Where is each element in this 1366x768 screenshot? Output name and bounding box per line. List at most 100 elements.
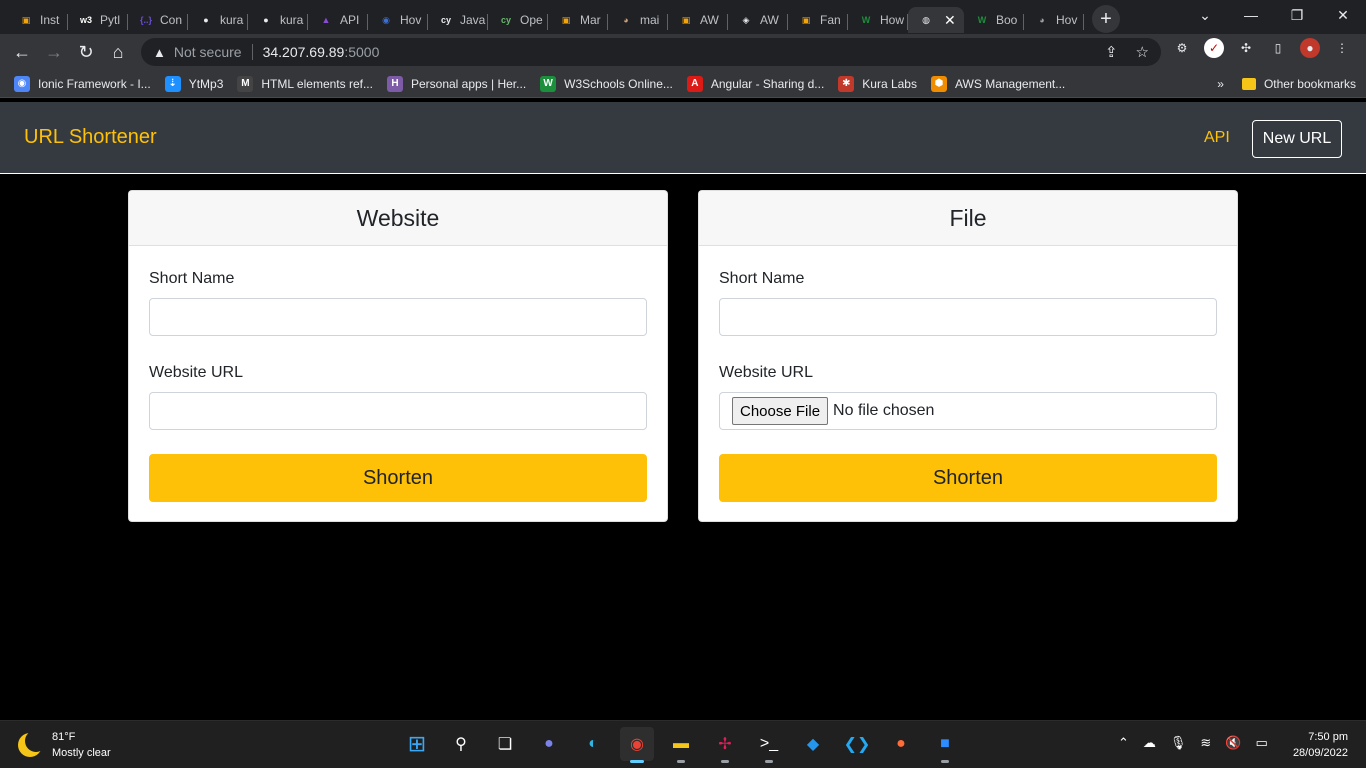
- minimize-button[interactable]: —: [1228, 0, 1274, 30]
- new-url-button[interactable]: New URL: [1252, 120, 1342, 158]
- short-name-input[interactable]: [149, 298, 647, 336]
- side-panel-icon[interactable]: ▯: [1268, 38, 1288, 58]
- volume-muted-icon[interactable]: 🔇: [1225, 735, 1241, 751]
- weather-widget[interactable]: 81°F Mostly clear: [18, 729, 111, 761]
- wifi-icon[interactable]: ≋: [1200, 735, 1211, 751]
- choose-file-button[interactable]: Choose File: [732, 397, 829, 425]
- tab-title: kura: [220, 13, 244, 27]
- address-bar[interactable]: ▲ Not secure 34.207.69.89 :5000 ⇪ ☆: [141, 38, 1161, 66]
- teams-chat-icon[interactable]: ●: [532, 727, 566, 761]
- cloud-icon[interactable]: ☁: [1143, 735, 1156, 751]
- browser-tab[interactable]: {..} Con: [128, 7, 188, 33]
- bookmarks-overflow-icon[interactable]: »: [1217, 77, 1224, 91]
- home-icon[interactable]: ⌂: [102, 36, 134, 68]
- task-view-icon[interactable]: ❏: [488, 727, 522, 761]
- chevron-up-icon[interactable]: ⌃: [1118, 735, 1129, 751]
- menu-kebab-icon[interactable]: ⋮: [1332, 38, 1352, 58]
- microphone-icon[interactable]: 🎙: [1170, 735, 1187, 751]
- zoom-icon[interactable]: ■: [928, 727, 962, 763]
- bookmark-item[interactable]: ◉ Ionic Framework - I...: [14, 75, 151, 92]
- browser-tab[interactable]: ◉ Hov: [368, 7, 428, 33]
- brand-link[interactable]: URL Shortener: [24, 126, 157, 149]
- security-status[interactable]: Not secure: [174, 44, 242, 60]
- reload-icon[interactable]: ↻: [70, 36, 102, 68]
- forward-icon[interactable]: →: [38, 36, 70, 68]
- bookmark-item[interactable]: A Angular - Sharing d...: [686, 75, 824, 92]
- bookmark-label: Kura Labs: [862, 76, 917, 91]
- file-input[interactable]: Choose File No file chosen: [719, 392, 1217, 430]
- share-icon[interactable]: ⇪: [1105, 43, 1118, 61]
- browser-tab[interactable]: ▣ AW: [668, 7, 728, 33]
- tab-title: Hov: [400, 13, 422, 27]
- tab-title: Hov: [1056, 13, 1078, 27]
- file-explorer-icon[interactable]: ▬: [664, 727, 698, 763]
- shorten-file-button[interactable]: Shorten: [719, 454, 1217, 502]
- tab-title: Inst: [40, 13, 60, 27]
- browser-tab[interactable]: cy Java: [428, 7, 488, 33]
- vscode-icon[interactable]: ❮❯: [840, 727, 874, 761]
- bookmark-label: YtMp3: [188, 76, 224, 91]
- clock[interactable]: 7:50 pm 28/09/2022: [1293, 729, 1348, 761]
- tab-title: Pytl: [100, 13, 121, 27]
- browser-tab[interactable]: ▣ Inst: [8, 7, 68, 33]
- browser-tab[interactable]: ◈ AW: [728, 7, 788, 33]
- browser-tab[interactable]: W Boo: [964, 7, 1024, 33]
- back-icon[interactable]: ←: [6, 36, 38, 68]
- extension-icon[interactable]: ✓: [1204, 38, 1224, 58]
- new-tab-button[interactable]: +: [1092, 5, 1120, 33]
- settings-extension-icon[interactable]: ⚙: [1172, 38, 1192, 58]
- terminal-icon[interactable]: >_: [752, 727, 786, 763]
- bookmark-item[interactable]: M HTML elements ref...: [237, 75, 373, 92]
- bookmark-item[interactable]: H Personal apps | Her...: [386, 75, 526, 92]
- bookmark-item[interactable]: ⬢ AWS Management...: [930, 75, 1066, 92]
- website-url-label: Website URL: [149, 364, 243, 381]
- browser-tab[interactable]: ▲ API: [308, 7, 368, 33]
- website-url-input[interactable]: [149, 392, 647, 430]
- browser-tab[interactable]: ◕ mai: [608, 7, 668, 33]
- bookmark-item[interactable]: ✱ Kura Labs: [838, 75, 917, 92]
- short-name-input[interactable]: [719, 298, 1217, 336]
- search-icon[interactable]: ⚲: [444, 727, 478, 761]
- maximize-button[interactable]: ❐: [1274, 0, 1320, 30]
- url-host[interactable]: 34.207.69.89: [263, 44, 345, 60]
- bookmarks-bar: ◉ Ionic Framework - I... ⇣ YtMp3 M HTML eleme…: [0, 70, 1366, 98]
- postman-icon[interactable]: ●: [884, 727, 918, 761]
- tab-title: AW: [700, 13, 719, 27]
- docker-icon[interactable]: ◆: [796, 727, 830, 761]
- close-tab-icon[interactable]: ✕: [944, 12, 956, 29]
- browser-tab[interactable]: ▣ Fan: [788, 7, 848, 33]
- battery-icon[interactable]: ▭: [1256, 735, 1268, 751]
- browser-tab[interactable]: ● kura: [188, 7, 248, 33]
- browser-tab[interactable]: ▣ Mar: [548, 7, 608, 33]
- warning-icon: ▲: [153, 44, 166, 60]
- tab-favicon-icon: ▣: [21, 14, 31, 25]
- tab-favicon-icon: ◈: [742, 14, 750, 25]
- close-window-button[interactable]: ✕: [1320, 0, 1366, 30]
- browser-tab[interactable]: ● kura: [248, 7, 308, 33]
- edge-icon[interactable]: ◐: [576, 727, 610, 761]
- chrome-icon[interactable]: ◉: [620, 727, 654, 763]
- other-bookmarks-link[interactable]: Other bookmarks: [1264, 77, 1356, 91]
- bookmark-item[interactable]: ⇣ YtMp3: [164, 75, 224, 92]
- bookmark-star-icon[interactable]: ☆: [1136, 43, 1149, 61]
- slack-icon[interactable]: ✢: [708, 727, 742, 763]
- browser-tab[interactable]: ◕ Hov: [1024, 7, 1084, 33]
- puzzle-icon[interactable]: ✣: [1236, 38, 1256, 58]
- url-port[interactable]: :5000: [344, 44, 379, 60]
- shorten-website-button[interactable]: Shorten: [149, 454, 647, 502]
- browser-toolbar: ← → ↻ ⌂ ▲ Not secure 34.207.69.89 :5000 …: [0, 34, 1366, 70]
- file-card: File Short Name Website URL Choose File …: [698, 190, 1238, 522]
- browser-tab[interactable]: W How: [848, 7, 908, 33]
- short-name-label: Short Name: [719, 270, 805, 287]
- card-title: File: [699, 191, 1237, 246]
- profile-avatar[interactable]: ●: [1300, 38, 1320, 58]
- bookmark-label: AWS Management...: [954, 76, 1066, 91]
- bookmark-item[interactable]: W W3Schools Online...: [540, 75, 673, 92]
- start-icon[interactable]: ⊞: [400, 727, 434, 761]
- tab-search-icon[interactable]: ⌄: [1182, 0, 1228, 30]
- browser-tab[interactable]: ◍ ✕: [908, 7, 964, 33]
- browser-tab[interactable]: w3 Pytl: [68, 7, 128, 33]
- api-link[interactable]: API: [1204, 129, 1230, 147]
- browser-tab[interactable]: cy Ope: [488, 7, 548, 33]
- bookmarks-right: » Other bookmarks: [1217, 70, 1356, 98]
